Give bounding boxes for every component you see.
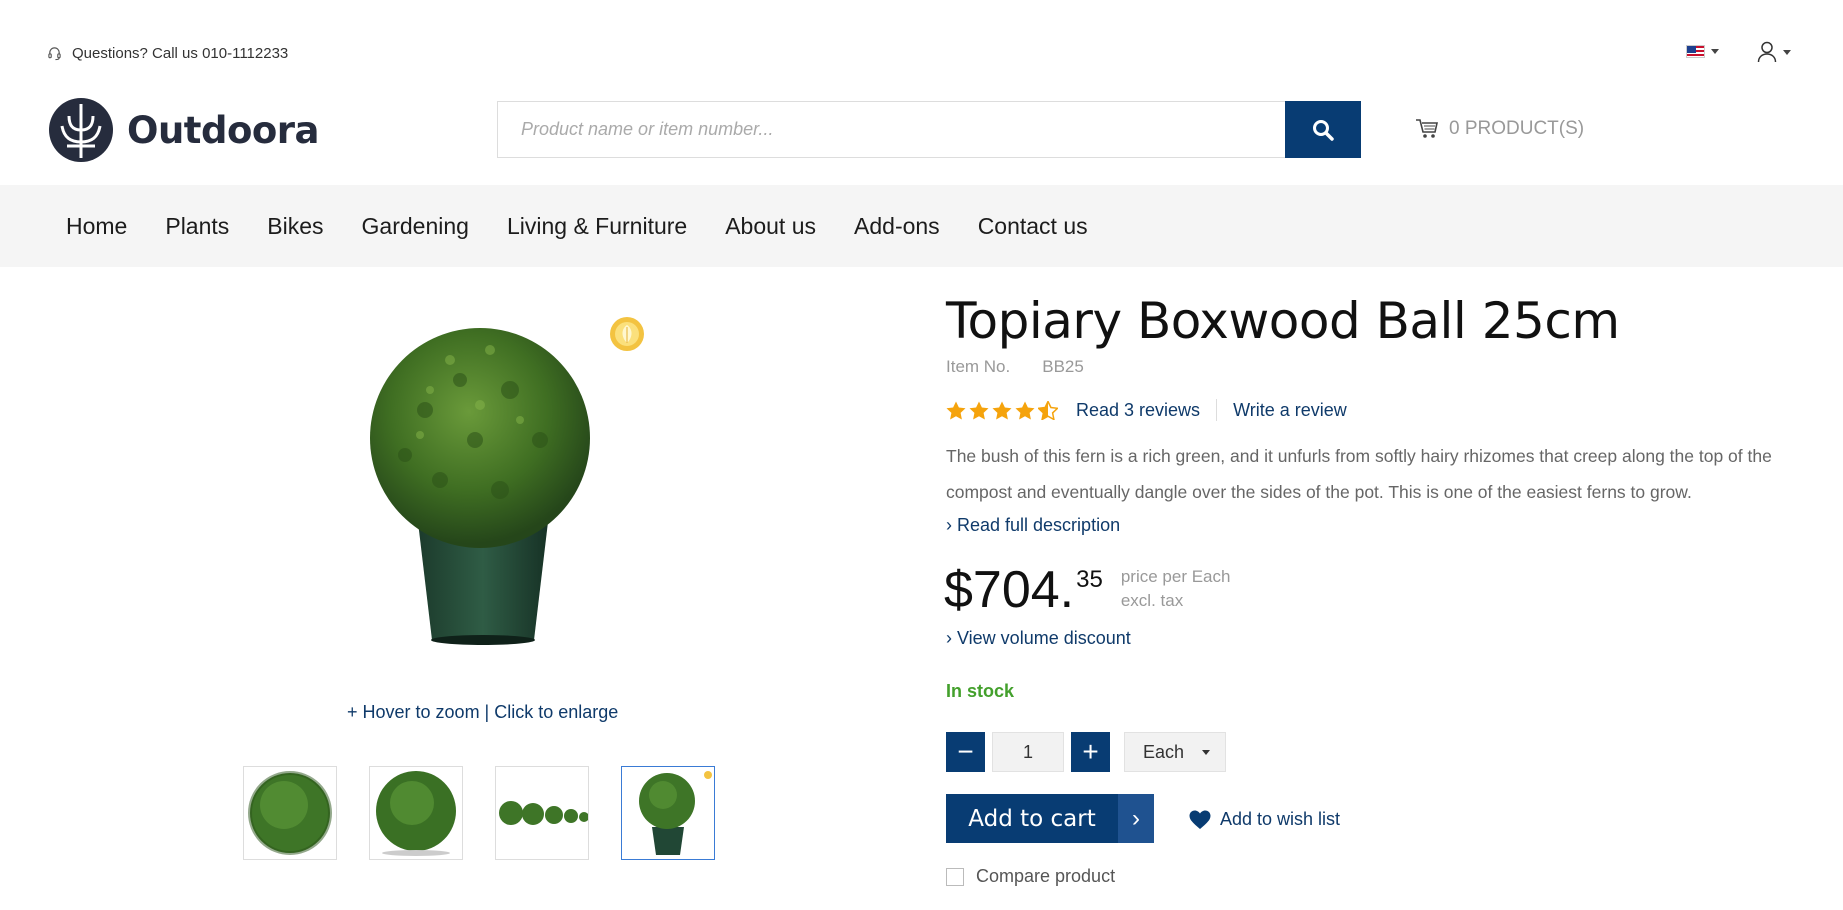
logo-text: Outdoora [127, 108, 320, 152]
volume-discount-link[interactable]: › View volume discount [946, 628, 1131, 649]
cart-link[interactable]: 0 PRODUCT(S) [1415, 118, 1584, 140]
search-button[interactable] [1285, 101, 1361, 158]
nav-item-home[interactable]: Home [66, 213, 127, 240]
price-per-unit: price per Each [1120, 567, 1231, 586]
logo[interactable]: Outdoora [47, 96, 320, 164]
search-bar [497, 101, 1361, 158]
quantity-input[interactable] [992, 732, 1064, 772]
product-title: Topiary Boxwood Ball 25cm [946, 292, 1620, 350]
cart-icon [1416, 119, 1438, 138]
heart-icon [1189, 810, 1211, 829]
add-to-cart-button[interactable]: Add to cart › [946, 794, 1154, 843]
nav-item-contact-us[interactable]: Contact us [978, 213, 1088, 240]
compare-checkbox[interactable] [946, 867, 964, 886]
stock-status: In stock [946, 681, 1015, 701]
add-to-cart-label: Add to cart [968, 805, 1096, 832]
write-review-link[interactable]: Write a review [1233, 400, 1347, 421]
nav-item-plants[interactable]: Plants [165, 213, 229, 240]
price-block: $704. 35 price per Each excl. tax [944, 558, 1230, 622]
rating-row: Read 3 reviews Write a review [946, 399, 1347, 421]
increase-quantity-button[interactable]: + [1071, 732, 1110, 772]
nav-item-about-us[interactable]: About us [725, 213, 816, 240]
phone-info: Questions? Call us 010-1112233 [47, 45, 288, 62]
search-icon [1313, 119, 1334, 141]
decrease-quantity-button[interactable]: − [946, 732, 985, 772]
star-icon [969, 401, 989, 419]
thumbnail-4[interactable] [621, 766, 715, 860]
product-description: The bush of this fern is a rich green, a… [946, 446, 1772, 502]
compare-label: Compare product [976, 866, 1116, 886]
add-to-wishlist-button[interactable]: Add to wish list [1189, 809, 1340, 830]
divider [1216, 399, 1218, 421]
price-note: price per Each excl. tax [1121, 565, 1231, 613]
read-reviews-link[interactable]: Read 3 reviews [1076, 400, 1200, 421]
item-number: Item No. BB25 [946, 357, 1084, 377]
search-input[interactable] [497, 101, 1285, 158]
language-selector[interactable] [1686, 45, 1719, 58]
item-number-label: Item No. [946, 357, 1011, 376]
phone-text: Questions? Call us 010-1112233 [72, 45, 289, 62]
thumbnail-1[interactable] [243, 766, 337, 860]
headset-icon [48, 47, 61, 61]
quantity-stepper: − + Each [946, 732, 1226, 772]
flag-us-icon [1686, 45, 1705, 58]
thumbnail-2[interactable] [369, 766, 463, 860]
nav-item-gardening[interactable]: Gardening [362, 213, 469, 240]
tree-logo-icon [49, 98, 113, 162]
price-main: $704. [944, 561, 1075, 619]
item-number-value: BB25 [1042, 357, 1084, 376]
leaf-badge-icon [610, 317, 644, 351]
compare-product-option[interactable]: Compare product [946, 866, 1115, 887]
main-nav: Home Plants Bikes Gardening Living & Fur… [0, 185, 1843, 267]
user-icon [1757, 41, 1777, 63]
chevron-down-icon [1783, 49, 1791, 55]
price-tax-note: excl. tax [1120, 591, 1184, 610]
top-bar: Questions? Call us 010-1112233 [0, 0, 1843, 90]
read-full-description-link[interactable]: › Read full description [946, 515, 1120, 536]
cart-count: 0 PRODUCT(S) [1449, 118, 1585, 139]
price-cents: 35 [1076, 566, 1103, 593]
nav-item-living-furniture[interactable]: Living & Furniture [507, 213, 687, 240]
zoom-hint[interactable]: + Hover to zoom | Click to enlarge [347, 702, 618, 723]
chevron-down-icon [1202, 749, 1211, 755]
wishlist-label: Add to wish list [1220, 809, 1341, 829]
nav-item-add-ons[interactable]: Add-ons [854, 213, 940, 240]
star-icon [946, 401, 966, 419]
thumbnail-3[interactable] [495, 766, 589, 860]
star-icon [992, 401, 1012, 419]
chevron-right-icon: › [1118, 794, 1154, 843]
unit-select[interactable]: Each [1124, 732, 1226, 772]
nav-item-bikes[interactable]: Bikes [267, 213, 323, 240]
unit-select-value: Each [1143, 741, 1185, 762]
star-rating [946, 400, 1061, 420]
star-icon [1015, 401, 1035, 419]
star-half-icon [1038, 400, 1058, 420]
account-menu[interactable] [1757, 41, 1791, 63]
chevron-down-icon [1711, 49, 1719, 54]
